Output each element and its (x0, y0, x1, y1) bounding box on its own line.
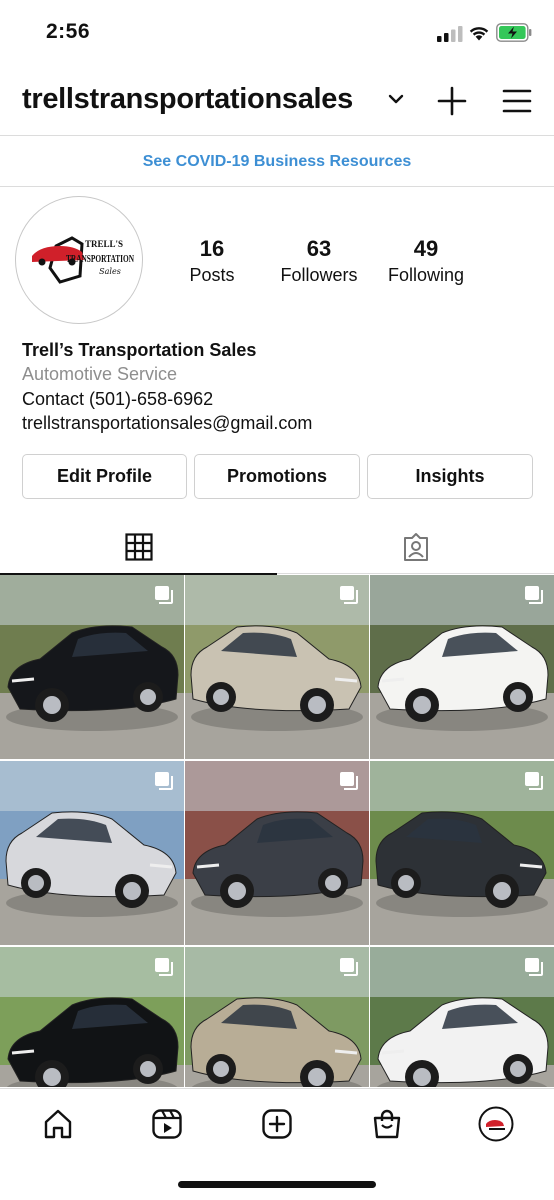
post-thumbnail[interactable] (185, 575, 369, 759)
covid-resources-banner[interactable]: See COVID-19 Business Resources (0, 137, 554, 187)
post-thumbnail[interactable] (0, 947, 184, 1087)
profile-email[interactable]: trellstransportationsales@gmail.com (22, 411, 542, 435)
carousel-icon (340, 586, 358, 604)
nav-create[interactable] (259, 1106, 295, 1142)
post-thumbnail[interactable] (370, 575, 554, 759)
tab-tagged[interactable] (277, 520, 554, 574)
following-label: Following (387, 265, 465, 285)
shop-icon (373, 1109, 401, 1139)
svg-text:TRELL'S: TRELL'S (85, 239, 123, 249)
carousel-icon (340, 958, 358, 976)
username-switcher[interactable]: trellstransportationsales (22, 83, 353, 116)
svg-text:TRANSPORTATION: TRANSPORTATION (66, 253, 134, 265)
followers-label: Followers (280, 265, 358, 285)
profile-tabs (0, 520, 554, 575)
posts-label: Posts (189, 265, 235, 285)
following-count: 49 (413, 236, 439, 261)
status-bar: 2:56 (0, 0, 554, 66)
plus-icon[interactable] (437, 86, 467, 116)
carousel-icon (525, 958, 543, 976)
battery-icon (496, 23, 532, 42)
posts-count: 16 (199, 236, 225, 261)
followers-stat[interactable]: 63 Followers (259, 236, 379, 287)
post-thumbnail[interactable] (0, 761, 184, 945)
post-grid (0, 575, 554, 1087)
insights-button[interactable]: Insights (367, 454, 533, 499)
profile-bio: Trell’s Transportation Sales Automotive … (22, 338, 542, 435)
post-thumbnail[interactable] (185, 761, 369, 945)
profile-name: Trell’s Transportation Sales (22, 340, 257, 360)
home-indicator[interactable] (178, 1181, 376, 1188)
nav-profile[interactable] (478, 1106, 514, 1142)
followers-count: 63 (306, 236, 332, 261)
promotions-button[interactable]: Promotions (194, 454, 360, 499)
svg-text:Sales: Sales (99, 267, 121, 276)
create-icon (262, 1109, 292, 1139)
nav-reels[interactable] (149, 1106, 185, 1142)
profile-avatar-icon (478, 1106, 514, 1142)
tagged-icon (403, 533, 428, 561)
carousel-icon (340, 772, 358, 790)
grid-icon (124, 532, 153, 561)
nav-home[interactable] (40, 1106, 76, 1142)
chevron-down-icon[interactable] (388, 93, 404, 105)
carousel-icon (525, 772, 543, 790)
post-thumbnail[interactable] (185, 947, 369, 1087)
covid-resources-link[interactable]: See COVID-19 Business Resources (143, 153, 412, 171)
post-thumbnail[interactable] (370, 947, 554, 1087)
carousel-icon (155, 772, 173, 790)
status-time: 2:56 (46, 20, 91, 43)
profile-header: trellstransportationsales (0, 66, 554, 136)
signal-icon (437, 26, 463, 42)
business-logo: TRELL'S TRANSPORTATION Sales (32, 236, 134, 284)
wifi-icon (469, 27, 489, 41)
reels-icon (152, 1109, 182, 1139)
carousel-icon (155, 958, 173, 976)
carousel-icon (155, 586, 173, 604)
following-stat[interactable]: 49 Following (366, 236, 486, 287)
post-thumbnail[interactable] (0, 575, 184, 759)
home-icon (44, 1109, 72, 1139)
profile-contact[interactable]: Contact (501)-658-6962 (22, 387, 542, 411)
profile-avatar[interactable]: TRELL'S TRANSPORTATION Sales (15, 196, 143, 324)
posts-stat[interactable]: 16 Posts (152, 236, 272, 287)
profile-category: Automotive Service (22, 364, 178, 384)
post-thumbnail[interactable] (370, 761, 554, 945)
tab-grid[interactable] (0, 520, 277, 575)
menu-icon[interactable] (502, 88, 532, 114)
nav-shop[interactable] (369, 1106, 405, 1142)
edit-profile-button[interactable]: Edit Profile (22, 454, 187, 499)
carousel-icon (525, 586, 543, 604)
